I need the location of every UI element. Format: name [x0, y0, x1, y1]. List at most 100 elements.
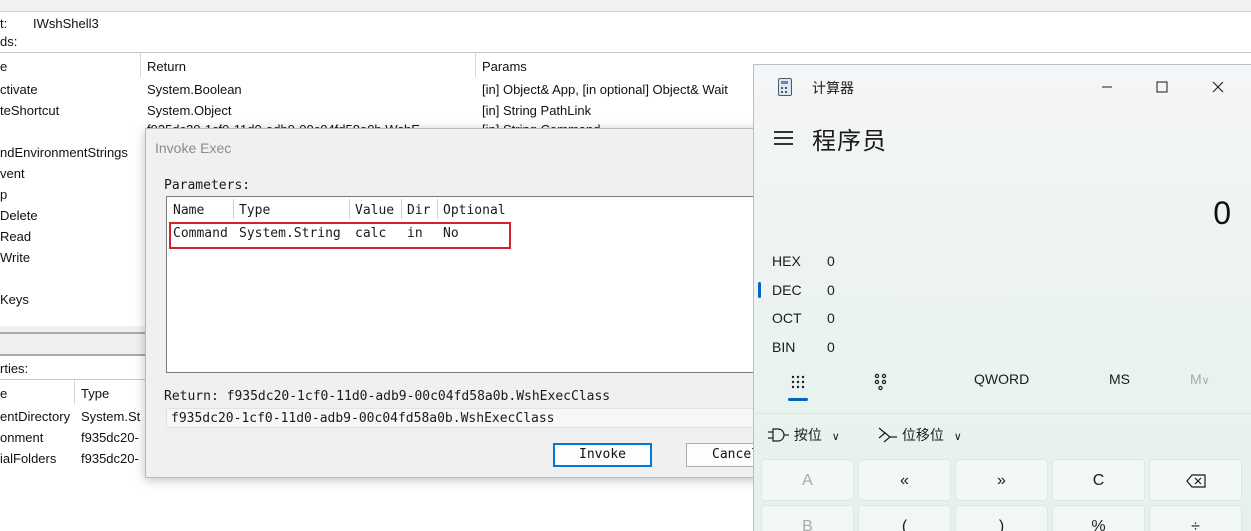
column-header-name[interactable]: Name [173, 203, 204, 218]
full-keypad-icon[interactable] [790, 374, 806, 390]
param-dir-cell[interactable]: in [407, 226, 423, 241]
maximize-icon[interactable] [1142, 73, 1182, 101]
memory-dropdown-button[interactable]: M∨ [1190, 371, 1210, 387]
return-field[interactable]: f935dc20-1cf0-11d0-adb9-00c04fd58a0b.Wsh… [166, 408, 766, 428]
property-row-name[interactable]: onment [0, 430, 43, 445]
methods-header-params[interactable]: Params [482, 59, 527, 74]
interface-label: t: [0, 16, 8, 31]
radix-bin-value: 0 [827, 339, 835, 355]
bit-shift-icon [878, 427, 897, 443]
radix-oct-value: 0 [827, 310, 835, 326]
properties-list-top-border [0, 379, 150, 380]
chevron-down-icon: ∨ [953, 431, 962, 443]
property-row-type[interactable]: f935dc20- [81, 430, 139, 445]
return-label: Return: f935dc20-1cf0-11d0-adb9-00c04fd5… [164, 389, 611, 404]
key-a[interactable]: A [761, 459, 854, 501]
return-value: f935dc20-1cf0-11d0-adb9-00c04fd58a0b.Wsh… [171, 411, 555, 426]
key-right-shift[interactable]: » [955, 459, 1048, 501]
property-row-type[interactable]: System.St [81, 409, 140, 424]
bitshift-label: 位移位 [901, 427, 944, 443]
column-separator [233, 199, 234, 219]
method-row-name[interactable]: teShortcut [0, 103, 59, 118]
method-row-params[interactable]: [in] String PathLink [482, 103, 591, 118]
bitshift-dropdown[interactable]: 位移位 ∨ [878, 425, 962, 445]
calculator-title: 计算器 [812, 80, 854, 96]
key-modulo[interactable]: % [1052, 505, 1145, 531]
method-row-params[interactable]: [in] Object& App, [in optional] Object& … [482, 82, 728, 97]
pane-splitter[interactable] [0, 332, 150, 356]
method-row-return[interactable]: System.Object [147, 103, 232, 118]
calculator-app-icon [778, 78, 792, 96]
column-separator [437, 199, 438, 219]
column-header-dir[interactable]: Dir [407, 203, 430, 218]
parameters-label: Parameters: [164, 178, 251, 193]
property-row-name[interactable]: ialFolders [0, 451, 56, 466]
chevron-down-icon: ∨ [831, 431, 840, 443]
param-optional-cell[interactable]: No [443, 226, 459, 241]
methods-header-name[interactable]: e [0, 59, 7, 74]
properties-label: rties: [0, 361, 29, 376]
method-row-name[interactable]: ndEnvironmentStrings [0, 145, 128, 160]
methods-label: ds: [0, 34, 18, 49]
param-name-cell[interactable]: Command [173, 226, 228, 241]
memory-store-button[interactable]: MS [1109, 371, 1130, 387]
methods-list-top-border [0, 52, 1251, 53]
properties-header-name[interactable]: e [0, 386, 7, 401]
mode-title: 程序员 [812, 128, 887, 155]
param-value-cell[interactable]: calc [355, 226, 386, 241]
radix-bin-label[interactable]: BIN [772, 339, 795, 355]
column-header-value[interactable]: Value [355, 203, 394, 218]
method-row-return[interactable]: System.Boolean [147, 82, 242, 97]
active-tab-indicator [788, 398, 808, 401]
radix-oct-label[interactable]: OCT [772, 310, 802, 326]
menu-icon[interactable] [774, 131, 793, 145]
bitwise-dropdown[interactable]: 按位 ∨ [768, 425, 840, 445]
parameters-list[interactable]: Name Type Value Dir Optional Command Sys… [166, 196, 766, 373]
selected-radix-indicator [758, 282, 761, 298]
key-divide[interactable]: ÷ [1149, 505, 1242, 531]
property-row-name[interactable]: entDirectory [0, 409, 70, 424]
invoke-button[interactable]: Invoke [553, 443, 652, 467]
column-separator [475, 53, 476, 77]
properties-header-type[interactable]: Type [81, 386, 109, 401]
radix-dec-value: 0 [827, 282, 835, 298]
key-open-paren[interactable]: ( [858, 505, 951, 531]
close-icon[interactable] [1198, 73, 1238, 101]
bit-toggle-keypad-icon[interactable] [873, 373, 889, 391]
methods-header-return[interactable]: Return [147, 59, 186, 74]
radix-dec-label[interactable]: DEC [772, 282, 802, 298]
toolbar-divider [754, 413, 1251, 414]
chevron-down-icon: ∨ [1201, 375, 1210, 387]
column-separator [140, 53, 141, 77]
column-separator [349, 199, 350, 219]
key-close-paren[interactable]: ) [955, 505, 1048, 531]
method-row-name[interactable]: Write [0, 250, 30, 265]
backspace-icon [1185, 474, 1206, 488]
method-row-name[interactable]: Read [0, 229, 31, 244]
key-left-shift[interactable]: « [858, 459, 951, 501]
column-header-optional[interactable]: Optional [443, 203, 506, 218]
bitwise-label: 按位 [793, 427, 822, 443]
dialog-title: Invoke Exec [155, 140, 232, 156]
method-row-name[interactable]: Keys [0, 292, 29, 307]
property-row-type[interactable]: f935dc20- [81, 451, 139, 466]
method-row-name[interactable]: p [0, 187, 7, 202]
method-row-name[interactable]: Delete [0, 208, 38, 223]
logic-gate-icon [768, 428, 789, 442]
invoke-exec-dialog: Invoke Exec Parameters: Name Type Value … [145, 128, 785, 478]
column-separator [401, 199, 402, 219]
column-header-type[interactable]: Type [239, 203, 270, 218]
method-row-name[interactable]: ctivate [0, 82, 38, 97]
key-clear[interactable]: C [1052, 459, 1145, 501]
key-b[interactable]: B [761, 505, 854, 531]
column-separator [74, 380, 75, 404]
result-display: 0 [1213, 195, 1231, 231]
param-type-cell[interactable]: System.String [239, 226, 341, 241]
word-size-button[interactable]: QWORD [974, 371, 1029, 387]
interface-name: IWshShell3 [33, 16, 99, 31]
memory-dropdown-label: M [1190, 371, 1202, 387]
method-row-name[interactable]: vent [0, 166, 25, 181]
key-backspace[interactable] [1149, 459, 1242, 501]
minimize-icon[interactable] [1087, 73, 1127, 101]
radix-hex-label[interactable]: HEX [772, 253, 801, 269]
